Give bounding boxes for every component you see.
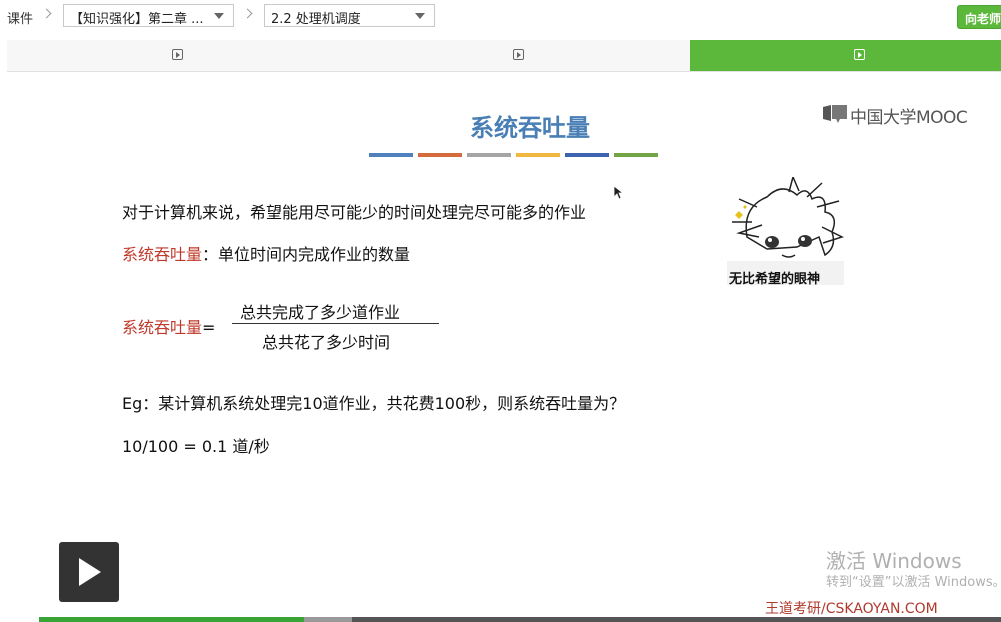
formula-equals: = <box>202 318 216 337</box>
title-underline-segment <box>467 153 511 157</box>
ask-teacher-button[interactable]: 向老师 <box>957 5 1001 29</box>
play-button[interactable] <box>59 542 119 602</box>
definition-line: 系统吞吐量：单位时间内完成作业的数量 <box>122 241 410 265</box>
intro-line: 对于计算机来说，希望能用尽可能少的时间处理完尽可能多的作业 <box>122 203 587 222</box>
video-played-bar <box>39 617 304 622</box>
video-play-icon <box>854 49 865 60</box>
formula-term: 系统吞吐量 <box>122 318 203 337</box>
formula-numerator: 总共完成了多少道作业 <box>240 303 401 322</box>
title-underline-segment <box>369 153 413 157</box>
example-line: Eg：某计算机系统处理完10道作业，共花费100秒，则系统吞吐量为？ <box>122 394 626 413</box>
dropdown-caret-icon <box>214 13 224 19</box>
formula-denominator: 总共花了多少时间 <box>262 333 391 352</box>
section-select-value: 2.2 处理机调度 <box>271 12 361 27</box>
title-underline-segment <box>516 153 560 157</box>
chevron-right-icon <box>42 7 52 21</box>
chevron-right-icon <box>243 7 253 21</box>
mooc-logo-text: 中国大学MOOC <box>850 108 968 128</box>
breadcrumb-bar: 课件 【知识强化】第二章 ... 2.2 处理机调度 向老师 <box>0 0 1001 34</box>
lesson-tab-3[interactable] <box>690 40 1001 71</box>
mooc-logo-icon <box>823 105 847 123</box>
video-play-icon <box>172 49 183 60</box>
chapter-select[interactable]: 【知识强化】第二章 ... <box>63 4 234 27</box>
lesson-tab-row <box>7 40 1001 72</box>
video-play-icon <box>513 49 524 60</box>
definition-text: ：单位时间内完成作业的数量 <box>202 245 411 264</box>
chapter-select-value: 【知识强化】第二章 ... <box>70 12 204 27</box>
mouse-cursor-icon <box>614 186 624 200</box>
windows-activation-title: 激活 Windows <box>826 549 962 573</box>
definition-term: 系统吞吐量 <box>122 245 203 264</box>
fraction-bar <box>232 323 439 324</box>
windows-activation-subtitle: 转到“设置”以激活 Windows。 <box>826 575 1001 590</box>
meme-caption: 无比希望的眼神 <box>729 272 821 287</box>
formula-lhs: 系统吞吐量= <box>122 314 215 338</box>
lesson-tab-1[interactable] <box>7 40 348 71</box>
title-underline-segment <box>614 153 658 157</box>
section-select[interactable]: 2.2 处理机调度 <box>264 4 435 27</box>
title-underline-segment <box>418 153 462 157</box>
video-progress-bar[interactable] <box>39 617 1001 622</box>
lesson-tab-2[interactable] <box>348 40 690 71</box>
dropdown-caret-icon <box>415 13 425 19</box>
breadcrumb-root[interactable]: 课件 <box>7 8 33 27</box>
slide-title: 系统吞吐量 <box>470 113 590 142</box>
site-watermark: 王道考研/CSKAOYAN.COM <box>765 601 938 617</box>
title-underline-segment <box>565 153 609 157</box>
answer-line: 10/100 = 0.1 道/秒 <box>122 437 270 456</box>
